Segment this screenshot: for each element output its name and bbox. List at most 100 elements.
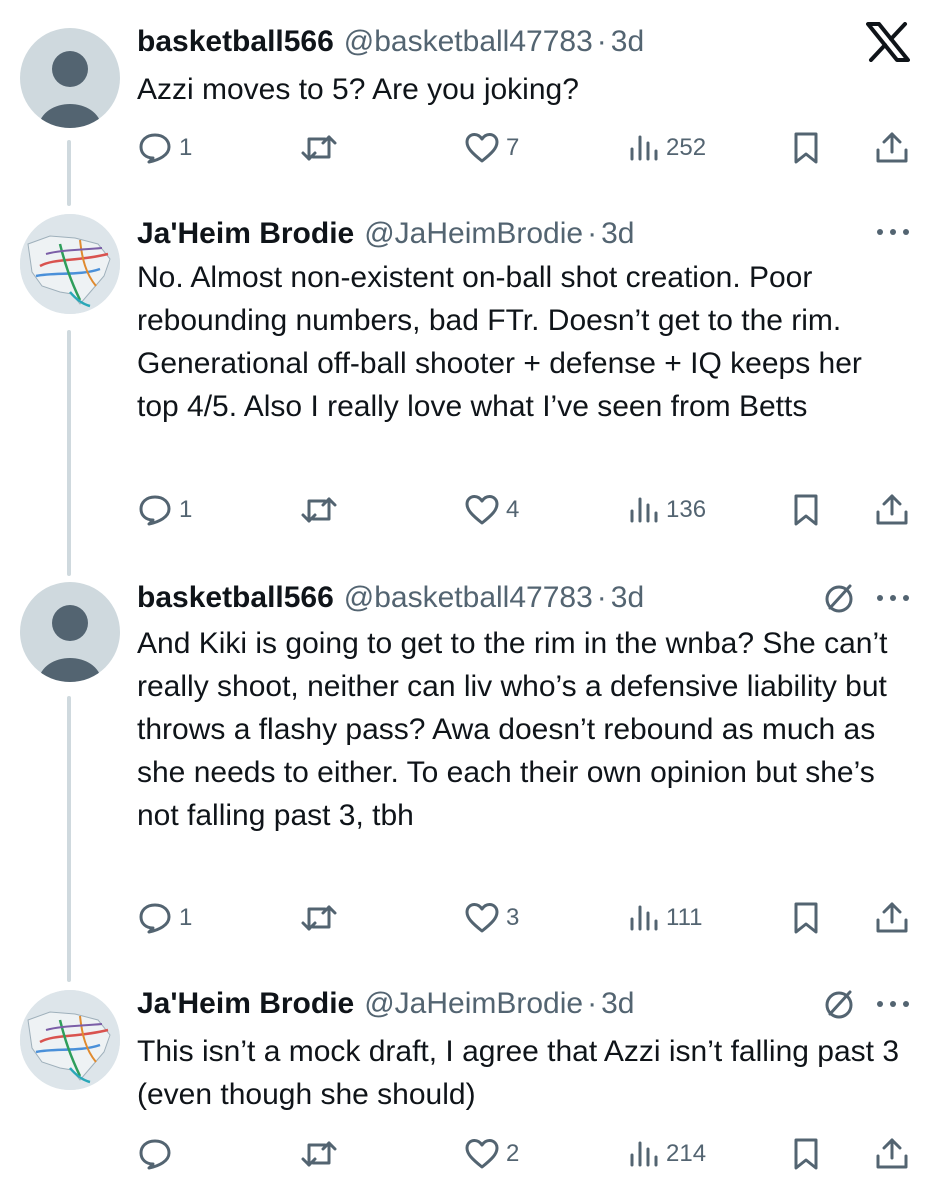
default-avatar-icon[interactable] (20, 28, 120, 128)
x-logo-icon[interactable] (866, 22, 910, 62)
reply-icon (137, 493, 173, 527)
action-bar: 1 7 252 (137, 126, 912, 170)
like-count: 2 (506, 1140, 520, 1167)
heart-icon (464, 901, 500, 935)
conversation-thread: basketball566 @basketball47783 · 3d Azzi… (0, 0, 932, 1200)
reply-button[interactable]: 1 (137, 126, 192, 170)
bookmark-icon (790, 493, 822, 527)
separator-dot: · (596, 25, 607, 58)
repost-icon (299, 1137, 339, 1171)
share-button[interactable] (874, 488, 910, 532)
tweet-text: Azzi moves to 5? Are you joking? (137, 73, 579, 106)
views-button[interactable]: 111 (628, 896, 702, 940)
repost-button[interactable] (299, 896, 345, 940)
separator-dot: · (596, 581, 607, 614)
views-button[interactable]: 252 (628, 126, 706, 170)
share-button[interactable] (874, 896, 910, 940)
views-chart-icon (628, 901, 660, 935)
timestamp[interactable]: 3d (611, 576, 644, 620)
timestamp[interactable]: 3d (611, 20, 644, 64)
bookmark-button[interactable] (790, 896, 822, 940)
reply-button[interactable]: 1 (137, 896, 192, 940)
author-name[interactable]: Ja'Heim Brodie (137, 982, 354, 1026)
like-button[interactable]: 4 (464, 488, 519, 532)
separator-dot: · (587, 987, 598, 1020)
like-count: 3 (506, 904, 520, 931)
repost-button[interactable] (299, 488, 345, 532)
tweet-text: No. Almost non-existent on-ball shot cre… (137, 261, 862, 423)
reply-icon (137, 1137, 173, 1171)
tweet-header: basketball566 @basketball47783 · 3d (137, 20, 644, 64)
share-icon (874, 900, 910, 936)
like-count: 7 (506, 134, 520, 161)
views-button[interactable]: 136 (628, 488, 706, 532)
repost-button[interactable] (299, 1132, 345, 1176)
bookmark-icon (790, 131, 822, 165)
like-button[interactable]: 7 (464, 126, 519, 170)
author-handle[interactable]: @basketball47783 (344, 20, 593, 64)
share-button[interactable] (874, 1132, 910, 1176)
like-button[interactable]: 3 (464, 896, 519, 940)
tweet-text: And Kiki is going to get to the rim in t… (137, 627, 888, 832)
more-icon[interactable] (876, 592, 910, 604)
author-name[interactable]: Ja'Heim Brodie (137, 212, 354, 256)
map-avatar-icon[interactable] (20, 990, 120, 1090)
views-count: 214 (666, 1140, 707, 1167)
timestamp[interactable]: 3d (601, 212, 634, 256)
thread-connector (67, 140, 71, 206)
tweet-header: Ja'Heim Brodie @JaHeimBrodie · 3d (137, 982, 634, 1026)
action-bar: 1 4 136 (137, 488, 912, 532)
more-icon[interactable] (876, 998, 910, 1010)
bookmark-icon (790, 901, 822, 935)
repost-icon (299, 493, 339, 527)
author-name[interactable]: basketball566 (137, 576, 334, 620)
reply-button[interactable] (137, 1132, 179, 1176)
reply-button[interactable]: 1 (137, 488, 192, 532)
views-count: 136 (666, 496, 707, 523)
reply-icon (137, 131, 173, 165)
more-icon[interactable] (876, 226, 910, 238)
author-handle[interactable]: @JaHeimBrodie (364, 212, 583, 256)
thread-connector (67, 330, 71, 576)
like-button[interactable]: 2 (464, 1132, 519, 1176)
repost-icon (299, 131, 339, 165)
hide-reply-icon[interactable] (822, 988, 856, 1022)
views-count: 111 (666, 904, 703, 931)
reply-count: 1 (179, 496, 193, 523)
action-bar: 1 3 111 (137, 896, 912, 940)
timestamp[interactable]: 3d (601, 982, 634, 1026)
map-avatar-icon[interactable] (20, 214, 120, 314)
heart-icon (464, 493, 500, 527)
heart-icon (464, 131, 500, 165)
hide-reply-icon[interactable] (822, 582, 856, 616)
bookmark-button[interactable] (790, 1132, 822, 1176)
share-icon (874, 1136, 910, 1172)
bookmark-button[interactable] (790, 126, 822, 170)
tweet-header: Ja'Heim Brodie @JaHeimBrodie · 3d (137, 212, 634, 256)
share-icon (874, 492, 910, 528)
views-count: 252 (666, 134, 707, 161)
reply-icon (137, 901, 173, 935)
author-handle[interactable]: @basketball47783 (344, 576, 593, 620)
reply-count: 1 (179, 134, 193, 161)
author-handle[interactable]: @JaHeimBrodie (364, 982, 583, 1026)
views-button[interactable]: 214 (628, 1132, 706, 1176)
like-count: 4 (506, 496, 520, 523)
views-chart-icon (628, 1137, 660, 1171)
author-name[interactable]: basketball566 (137, 20, 334, 64)
tweet-text: This isn’t a mock draft, I agree that Az… (137, 1035, 900, 1111)
repost-button[interactable] (299, 126, 345, 170)
reply-count: 1 (179, 904, 193, 931)
share-button[interactable] (874, 126, 910, 170)
default-avatar-icon[interactable] (20, 582, 120, 682)
share-icon (874, 130, 910, 166)
separator-dot: · (587, 217, 598, 250)
bookmark-icon (790, 1137, 822, 1171)
bookmark-button[interactable] (790, 488, 822, 532)
action-bar: 2 214 (137, 1132, 912, 1176)
repost-icon (299, 901, 339, 935)
views-chart-icon (628, 493, 660, 527)
thread-connector (67, 696, 71, 982)
heart-icon (464, 1137, 500, 1171)
tweet-header: basketball566 @basketball47783 · 3d (137, 576, 644, 620)
